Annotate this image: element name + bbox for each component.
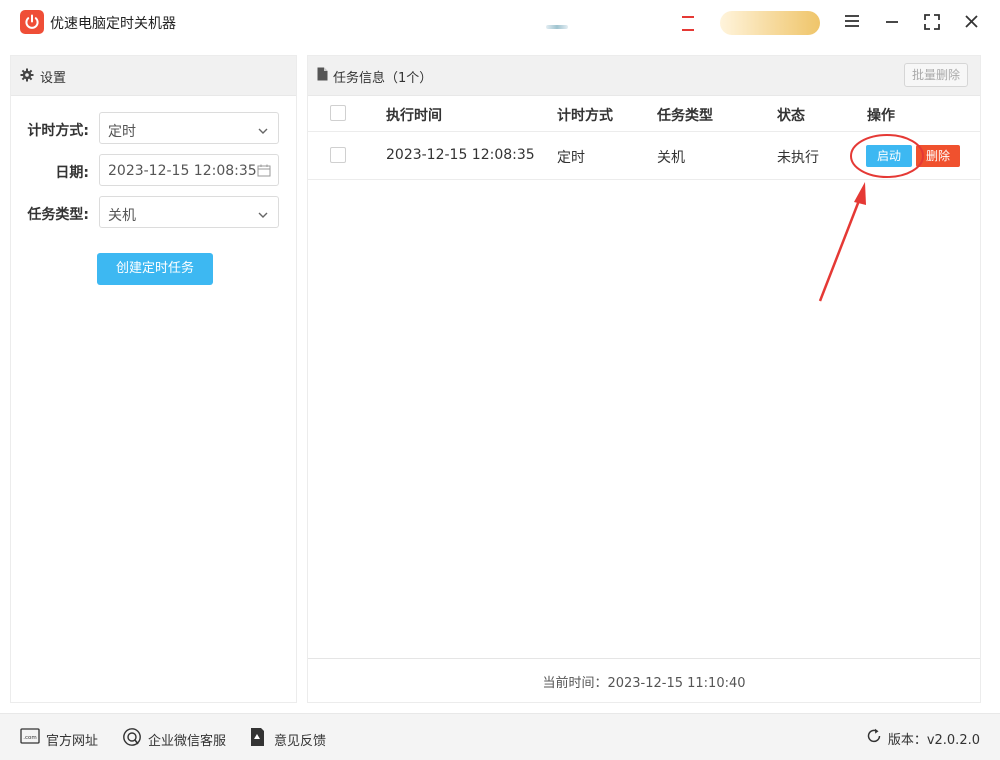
col-actions: 操作 bbox=[867, 108, 895, 124]
chat-icon bbox=[122, 727, 142, 751]
maximize-icon[interactable] bbox=[920, 11, 944, 33]
tasks-title: 任务信息（1个） bbox=[333, 71, 433, 86]
col-timing: 计时方式 bbox=[557, 108, 613, 124]
chevron-down-icon bbox=[258, 124, 268, 139]
titlebar-mark-top bbox=[682, 16, 694, 18]
task-table: 执行时间 计时方式 任务类型 状态 操作 2023-12-15 12:08:35… bbox=[308, 96, 980, 180]
create-task-button[interactable]: 创建定时任务 bbox=[97, 253, 213, 285]
col-task-type: 任务类型 bbox=[657, 108, 713, 124]
tasks-panel: 任务信息（1个） 批量删除 执行时间 计时方式 任务类型 状态 操作 2023-… bbox=[307, 55, 981, 703]
row-checkbox[interactable] bbox=[330, 147, 346, 163]
settings-panel: 设置 计时方式: 定时 日期: 2023-12-15 12:08:35 任务类型… bbox=[10, 55, 297, 703]
col-exec-time: 执行时间 bbox=[386, 108, 442, 124]
close-icon[interactable] bbox=[960, 11, 984, 33]
timing-label: 计时方式: bbox=[27, 123, 89, 139]
tasks-footer: 当前时间：2023-12-15 11:10:40 bbox=[308, 658, 980, 702]
settings-title: 设置 bbox=[40, 71, 67, 86]
table-row: 2023-12-15 12:08:35 定时 关机 未执行 启动 删除 bbox=[308, 132, 980, 180]
settings-header: 设置 bbox=[11, 56, 296, 96]
website-link[interactable]: .com 官方网址 bbox=[20, 727, 100, 749]
titlebar-mark-bottom bbox=[682, 29, 694, 31]
row-task-type: 关机 bbox=[657, 150, 685, 166]
calendar-icon[interactable] bbox=[257, 164, 271, 181]
wechat-service-label: 企业微信客服 bbox=[148, 734, 227, 749]
feedback-icon bbox=[248, 727, 266, 751]
current-time: 当前时间：2023-12-15 11:10:40 bbox=[542, 676, 746, 691]
refresh-icon[interactable] bbox=[866, 728, 882, 748]
minimize-icon[interactable] bbox=[880, 11, 904, 33]
date-label: 日期: bbox=[55, 165, 89, 181]
website-label: 官方网址 bbox=[46, 734, 99, 749]
row-exec-time: 2023-12-15 12:08:35 bbox=[386, 147, 535, 163]
gear-icon bbox=[20, 68, 34, 86]
batch-delete-button[interactable]: 批量删除 bbox=[904, 63, 968, 87]
wechat-service-link[interactable]: 企业微信客服 bbox=[122, 727, 232, 749]
titlebar-decoration bbox=[546, 25, 568, 29]
task-type-select[interactable]: 关机 bbox=[99, 196, 279, 228]
task-type-label: 任务类型: bbox=[27, 207, 89, 223]
timing-row: 计时方式: 定时 bbox=[11, 112, 298, 144]
svg-text:.com: .com bbox=[23, 735, 37, 741]
date-row: 日期: 2023-12-15 12:08:35 bbox=[11, 154, 298, 186]
date-value: 2023-12-15 12:08:35 bbox=[108, 163, 257, 179]
row-status: 未执行 bbox=[777, 150, 819, 166]
date-picker[interactable]: 2023-12-15 12:08:35 bbox=[99, 154, 279, 186]
row-timing: 定时 bbox=[557, 150, 585, 166]
start-button[interactable]: 启动 bbox=[866, 145, 912, 167]
timing-select[interactable]: 定时 bbox=[99, 112, 279, 144]
power-logo-icon bbox=[20, 10, 44, 34]
vip-badge[interactable] bbox=[720, 11, 820, 35]
task-type-value: 关机 bbox=[108, 208, 136, 224]
feedback-label: 意见反馈 bbox=[274, 734, 327, 749]
table-header: 执行时间 计时方式 任务类型 状态 操作 bbox=[308, 96, 980, 132]
website-icon: .com bbox=[20, 727, 40, 749]
tasks-header: 任务信息（1个） 批量删除 bbox=[308, 56, 980, 96]
title-bar: 优速电脑定时关机器 bbox=[0, 0, 1000, 45]
select-all-checkbox[interactable] bbox=[330, 105, 346, 121]
version-label: 版本：v2.0.2.0 bbox=[887, 733, 980, 748]
app-title: 优速电脑定时关机器 bbox=[50, 16, 176, 32]
bottom-bar: .com 官方网址 企业微信客服 意见反馈 版本：v2.0.2.0 bbox=[0, 713, 1000, 760]
col-status: 状态 bbox=[777, 108, 805, 124]
feedback-link[interactable]: 意见反馈 bbox=[248, 727, 328, 749]
task-type-row: 任务类型: 关机 bbox=[11, 196, 298, 228]
menu-icon[interactable] bbox=[840, 11, 864, 33]
version-info: 版本：v2.0.2.0 bbox=[867, 728, 980, 748]
chevron-down-icon bbox=[258, 208, 268, 223]
timing-value: 定时 bbox=[108, 124, 136, 140]
document-icon bbox=[317, 67, 328, 85]
delete-button[interactable]: 删除 bbox=[916, 145, 960, 167]
